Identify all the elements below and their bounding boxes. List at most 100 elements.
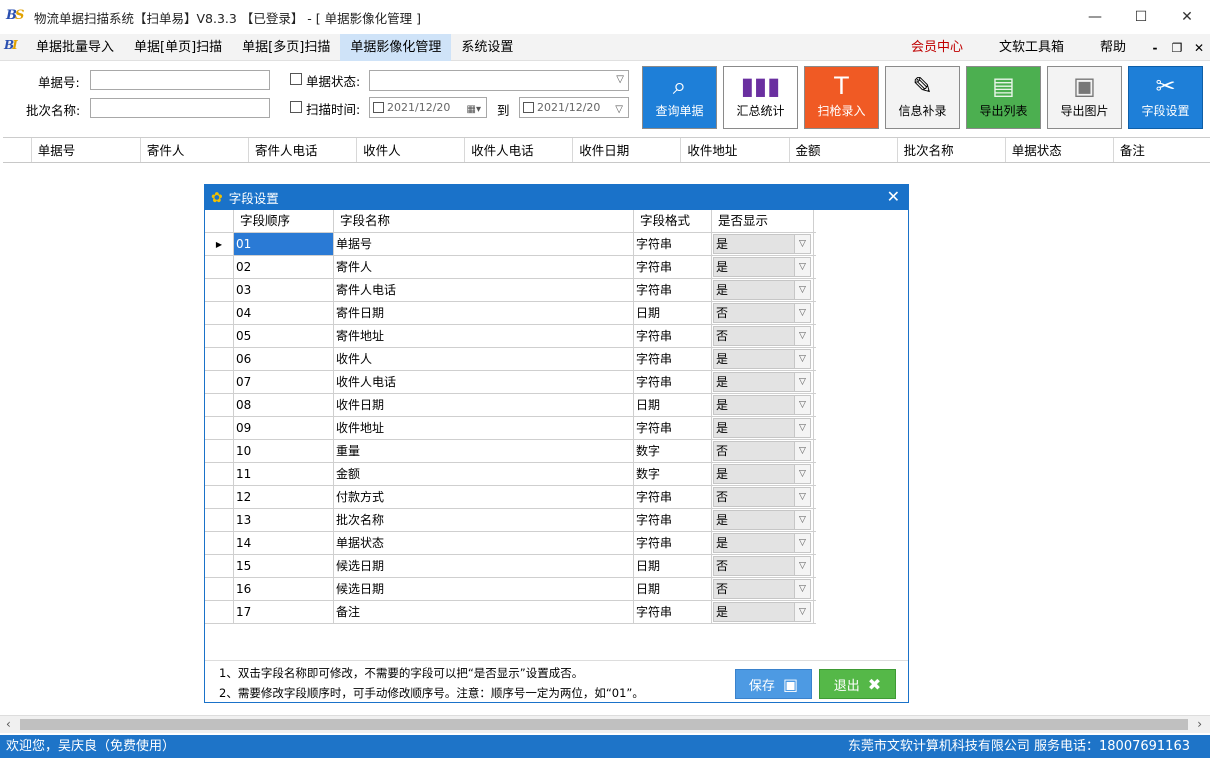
menu-member-center[interactable]: 会员中心 [893,34,981,61]
field-order-cell[interactable]: 03 [234,279,334,301]
field-order-cell[interactable]: 02 [234,256,334,278]
row-indicator[interactable] [205,555,234,577]
close-button[interactable]: ✕ [1164,0,1210,34]
row-indicator[interactable] [205,417,234,439]
field-name-cell[interactable]: 重量 [334,440,634,462]
field-show-select[interactable]: 是 ▽ [713,602,811,622]
field-row[interactable]: 16 候选日期 日期否 ▽ [205,578,816,601]
query-docs-button[interactable]: ⌕ 查询单据 [642,66,717,129]
col-doc-status[interactable]: 单据状态 [1006,138,1114,162]
batch-name-input[interactable] [90,98,270,118]
field-show-select[interactable]: 是 ▽ [713,533,811,553]
field-name-cell[interactable]: 寄件人电话 [334,279,634,301]
field-row[interactable]: 07 收件人电话 字符串是 ▽ [205,371,816,394]
field-order-cell[interactable]: 09 [234,417,334,439]
row-indicator[interactable] [205,394,234,416]
field-order-cell[interactable]: 12 [234,486,334,508]
row-indicator[interactable] [205,371,234,393]
field-row[interactable]: 02 寄件人 字符串是 ▽ [205,256,816,279]
field-name-cell[interactable]: 收件人电话 [334,371,634,393]
field-order-cell[interactable]: 16 [234,578,334,600]
col-batch-name[interactable]: 批次名称 [898,138,1006,162]
field-order-cell[interactable]: 08 [234,394,334,416]
col-doc-no[interactable]: 单据号 [32,138,141,162]
horizontal-scrollbar[interactable]: ‹ › [0,715,1210,733]
field-settings-button[interactable]: ✂ 字段设置 [1128,66,1203,129]
date-to-picker[interactable]: 2021/12/20 ▽ [519,97,629,118]
field-row[interactable]: 14 单据状态 字符串是 ▽ [205,532,816,555]
field-show-select[interactable]: 否 ▽ [713,303,811,323]
row-indicator[interactable] [205,325,234,347]
field-show-select[interactable]: 是 ▽ [713,257,811,277]
menu-system-settings[interactable]: 系统设置 [451,34,523,61]
field-show-select[interactable]: 是 ▽ [713,349,811,369]
field-name-cell[interactable]: 付款方式 [334,486,634,508]
row-indicator[interactable] [205,279,234,301]
field-row[interactable]: 05 寄件地址 字符串否 ▽ [205,325,816,348]
field-order-cell[interactable]: 14 [234,532,334,554]
date-to-checkbox[interactable] [523,102,534,113]
field-name-cell[interactable]: 批次名称 [334,509,634,531]
field-row[interactable]: 13 批次名称 字符串是 ▽ [205,509,816,532]
info-supplement-button[interactable]: ✎ 信息补录 [885,66,960,129]
col-field-name[interactable]: 字段名称 [334,210,634,232]
chevron-down-icon[interactable]: ▽ [794,350,810,368]
field-name-cell[interactable]: 寄件日期 [334,302,634,324]
chevron-down-icon[interactable]: ▽ [794,465,810,483]
menu-multi-scan[interactable]: 单据[多页]扫描 [232,34,340,61]
field-name-cell[interactable]: 候选日期 [334,555,634,577]
chevron-down-icon[interactable]: ▽ [794,557,810,575]
field-name-cell[interactable]: 单据状态 [334,532,634,554]
calendar-icon[interactable]: ▦▾ [467,100,481,119]
menu-image-management[interactable]: 单据影像化管理 [340,33,452,61]
chevron-down-icon[interactable]: ▽ [794,419,810,437]
row-indicator[interactable]: ▶ [205,233,234,255]
field-row[interactable]: 06 收件人 字符串是 ▽ [205,348,816,371]
mdi-close-button[interactable]: ✕ [1188,41,1210,55]
field-row[interactable]: 09 收件地址 字符串是 ▽ [205,417,816,440]
chevron-down-icon[interactable]: ▽ [794,304,810,322]
field-show-select[interactable]: 否 ▽ [713,326,811,346]
scroll-left-icon[interactable]: ‹ [6,717,11,731]
field-order-cell[interactable]: 17 [234,601,334,623]
field-name-cell[interactable]: 金额 [334,463,634,485]
doc-no-input[interactable] [90,70,270,90]
menu-toolbox[interactable]: 文软工具箱 [981,34,1082,61]
chevron-down-icon[interactable]: ▽ [794,373,810,391]
field-order-cell[interactable]: 13 [234,509,334,531]
chevron-down-icon[interactable]: ▽ [794,442,810,460]
maximize-button[interactable]: ☐ [1118,0,1164,34]
scanner-input-button[interactable]: T 扫枪录入 [804,66,879,129]
field-show-select[interactable]: 否 ▽ [713,556,811,576]
col-sender-phone[interactable]: 寄件人电话 [249,138,358,162]
row-indicator[interactable] [205,440,234,462]
chevron-down-icon[interactable]: ▽ [794,327,810,345]
field-order-cell[interactable]: 04 [234,302,334,324]
chevron-down-icon[interactable]: ▽ [615,100,623,119]
chevron-down-icon[interactable]: ▽ [794,235,810,253]
field-show-select[interactable]: 否 ▽ [713,441,811,461]
date-from-checkbox[interactable] [373,102,384,113]
field-order-cell[interactable]: 06 [234,348,334,370]
row-indicator[interactable] [205,463,234,485]
col-receive-date[interactable]: 收件日期 [573,138,682,162]
exit-button[interactable]: 退出 ✖ [819,669,896,699]
col-receive-address[interactable]: 收件地址 [681,138,790,162]
field-row[interactable]: 10 重量 数字否 ▽ [205,440,816,463]
date-from-picker[interactable]: 2021/12/20 ▦▾ [369,97,487,118]
col-receiver-phone[interactable]: 收件人电话 [465,138,574,162]
field-order-cell[interactable]: 01 [234,233,334,255]
row-indicator[interactable] [205,601,234,623]
field-show-select[interactable]: 是 ▽ [713,464,811,484]
chevron-down-icon[interactable]: ▽ [794,488,810,506]
field-show-select[interactable]: 否 ▽ [713,487,811,507]
field-row[interactable]: ▶ 01 单据号 字符串是 ▽ [205,233,816,256]
mdi-minimize-button[interactable]: - [1144,41,1166,55]
chevron-down-icon[interactable]: ▽ [794,580,810,598]
field-row[interactable]: 04 寄件日期 日期否 ▽ [205,302,816,325]
chevron-down-icon[interactable]: ▽ [794,603,810,621]
col-sender[interactable]: 寄件人 [141,138,249,162]
row-indicator[interactable] [205,256,234,278]
chevron-down-icon[interactable]: ▽ [794,396,810,414]
scroll-right-icon[interactable]: › [1197,717,1202,731]
